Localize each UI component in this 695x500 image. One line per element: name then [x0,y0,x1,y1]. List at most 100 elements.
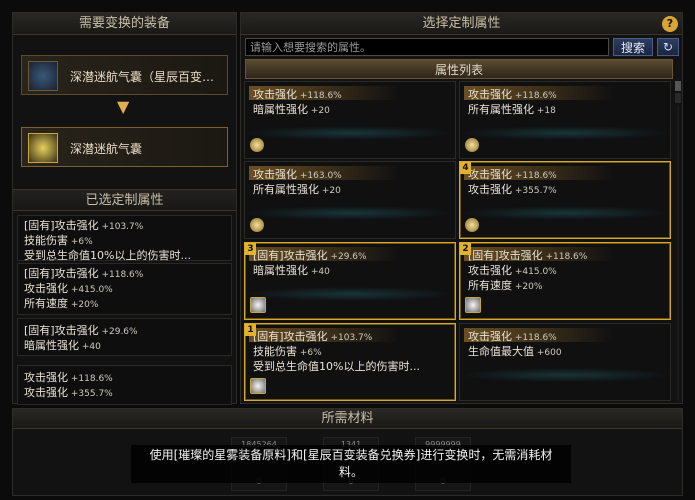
card-glow [460,368,670,382]
attribute-name: 攻击强化 [253,168,297,181]
attribute-line: 受到总生命值10%以上的伤害时... [24,249,225,263]
attribute-value: +118.6% [512,333,557,343]
equipment-panel: 需要变换的装备 深潜迷航气囊（星辰百变… ▼ 深潜迷航气囊 已选定制属性 [固有… [12,12,237,405]
attribute-name: 攻击强化 [24,282,68,295]
source-equipment-name: 深潜迷航气囊（星辰百变… [70,70,215,84]
card-attribute-lines: [固有]攻击强化 +118.6% 攻击强化 +415.0% 所有速度 +20% [468,249,587,294]
attribute-name: 攻击强化 [24,371,68,384]
attribute-line: 技能伤害 +6% [253,345,420,360]
card-attribute-lines: [固有]攻击强化 +29.6% 暗属性强化 +40 [253,249,367,279]
attribute-name: 攻击强化 [24,386,68,399]
selected-attribute-item[interactable]: [固有]攻击强化 +103.7% 技能伤害 +6% 受到总生命值10%以上的伤害时.… [17,215,232,263]
attribute-value: +118.6% [297,91,342,101]
attribute-name: [固有]攻击强化 [253,330,328,343]
attribute-name: 攻击强化 [468,264,512,277]
attribute-line: 攻击强化 +355.7% [24,386,225,401]
attribute-line: 攻击强化 +415.0% [468,264,587,279]
attribute-search-input[interactable] [245,38,609,56]
attribute-value: +20 [319,186,341,196]
attribute-name: 受到总生命值10%以上的伤害时... [253,360,420,373]
attribute-line: 暗属性强化 +40 [253,264,367,279]
card-glow [245,206,455,220]
attribute-value: +20% [68,300,99,310]
attribute-value: +163.0% [297,171,342,181]
attribute-value: +40 [308,267,330,277]
gem-icon [250,218,264,232]
attribute-value: +103.7% [327,333,373,343]
custom-attribute-title: 选择定制属性 [241,13,682,35]
attribute-value: +6% [297,348,322,358]
attribute-card[interactable]: 攻击强化 +118.6% 攻击强化 +355.7% 4 [459,161,671,239]
attribute-card[interactable]: 攻击强化 +118.6% 生命值最大值 +600 [459,323,671,401]
attribute-name: 所有速度 [24,297,68,310]
attribute-card[interactable]: [固有]攻击强化 +103.7% 技能伤害 +6% 受到总生命值10%以上的伤害时.… [244,323,456,401]
custom-attribute-panel: 选择定制属性 ? 搜索 ↻ 属性列表 攻击强化 +118.6%暗属性强化 +20… [240,12,683,404]
source-equipment-slot[interactable]: 深潜迷航气囊（星辰百变… [21,55,228,95]
attribute-line: 所有速度 +20% [468,279,587,294]
attribute-name: [固有]攻击强化 [253,249,328,262]
help-icon[interactable]: ? [662,16,678,32]
attribute-line: 暗属性强化 +40 [24,339,225,354]
attribute-name: 生命值最大值 [468,345,534,358]
order-badge: 3 [245,243,256,255]
attribute-line: [固有]攻击强化 +118.6% [24,267,225,282]
selected-attribute-item[interactable]: 攻击强化 +118.6% 攻击强化 +355.7% [17,365,232,405]
selected-attributes-title: 已选定制属性 [13,189,236,211]
attribute-value: +103.7% [98,222,144,232]
attribute-name: 暗属性强化 [253,103,308,116]
target-equipment-slot[interactable]: 深潜迷航气囊 [21,127,228,167]
attribute-value: +415.0% [68,285,113,295]
gem-icon [250,138,264,152]
scrollbar-track[interactable] [677,105,679,401]
attribute-name: 受到总生命值10%以上的伤害时... [24,249,191,262]
attribute-list-title: 属性列表 [245,59,673,79]
search-button[interactable]: 搜索 [613,38,653,56]
selected-attribute-item[interactable]: [固有]攻击强化 +29.6% 暗属性强化 +40 [17,318,232,356]
attribute-line: 攻击强化 +118.6% [253,88,342,103]
attribute-card[interactable]: 攻击强化 +118.6% 所有属性强化 +18 [459,81,671,159]
order-badge: 2 [460,243,471,255]
attribute-line: 所有速度 +20% [24,297,225,312]
attribute-line: 技能伤害 +6% [24,234,225,249]
materials-title: 所需材料 [13,409,682,429]
attribute-value: +6% [68,237,93,247]
target-equipment-icon [28,133,58,163]
attribute-name: 所有属性强化 [468,103,534,116]
attribute-line: 生命值最大值 +600 [468,345,562,360]
attribute-line: [固有]攻击强化 +103.7% [253,330,420,345]
card-attribute-lines: 攻击强化 +118.6% 暗属性强化 +20 [253,88,342,118]
refresh-icon[interactable]: ↻ [657,38,679,56]
attribute-line: [固有]攻击强化 +29.6% [253,249,367,264]
scrollbar-thumb[interactable] [675,93,681,103]
attribute-name: [固有]攻击强化 [24,219,99,232]
attribute-line: 所有属性强化 +20 [253,183,342,198]
attribute-line: 攻击强化 +118.6% [468,168,557,183]
scroll-up-button[interactable] [675,81,681,91]
attribute-name: 攻击强化 [468,88,512,101]
arrow-down-icon: ▼ [117,97,130,116]
attribute-card[interactable]: [固有]攻击强化 +118.6% 攻击强化 +415.0% 所有速度 +20% 2 [459,242,671,320]
attribute-value: +355.7% [512,186,557,196]
attribute-name: 攻击强化 [468,168,512,181]
attribute-value: +118.6% [542,252,588,262]
box-icon [250,378,266,394]
attribute-line: [固有]攻击强化 +118.6% [468,249,587,264]
attribute-line: 攻击强化 +415.0% [24,282,225,297]
attribute-value: +118.6% [68,374,113,384]
attribute-name: 攻击强化 [468,183,512,196]
attribute-line: 所有属性强化 +18 [468,103,557,118]
attribute-value: +29.6% [98,327,138,337]
attribute-name: [固有]攻击强化 [468,249,543,262]
attribute-card[interactable]: 攻击强化 +163.0% 所有属性强化 +20 [244,161,456,239]
selected-attribute-item[interactable]: [固有]攻击强化 +118.6% 攻击强化 +415.0% 所有速度 +20% [17,263,232,315]
attribute-name: 所有属性强化 [253,183,319,196]
card-glow [245,287,455,301]
attribute-card[interactable]: 攻击强化 +118.6% 暗属性强化 +20 [244,81,456,159]
card-attribute-lines: 攻击强化 +118.6% 生命值最大值 +600 [468,330,562,360]
attribute-card[interactable]: [固有]攻击强化 +29.6% 暗属性强化 +40 3 [244,242,456,320]
attribute-value: +40 [79,342,101,352]
attribute-value: +118.6% [512,171,557,181]
attribute-name: 技能伤害 [253,345,297,358]
equipment-panel-title: 需要变换的装备 [13,13,236,35]
attribute-line: 攻击强化 +118.6% [468,88,557,103]
